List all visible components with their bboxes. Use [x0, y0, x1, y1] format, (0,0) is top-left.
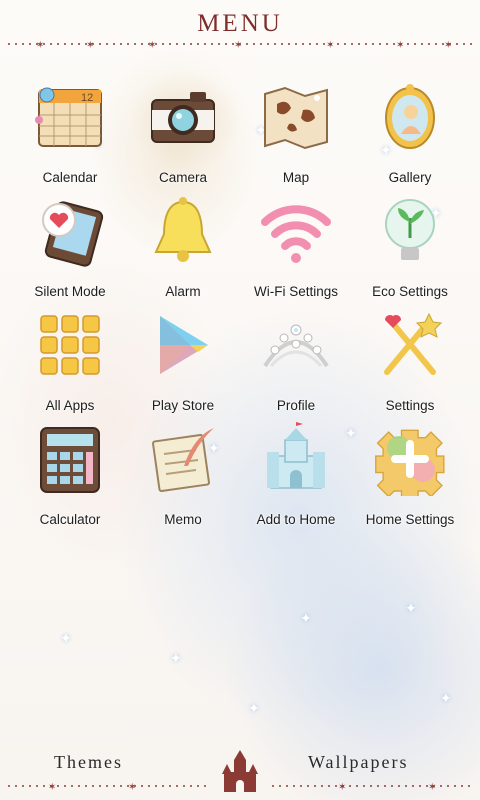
app-camera[interactable]: Camera — [123, 80, 243, 194]
app-settings[interactable]: Settings — [350, 308, 470, 422]
app-label: Calendar — [42, 170, 98, 185]
svg-text:12: 12 — [81, 92, 93, 104]
app-label: Camera — [158, 170, 207, 185]
app-label: Settings — [385, 398, 435, 413]
play-store-icon — [160, 316, 208, 374]
app-add-to-home[interactable]: Add to Home — [236, 422, 356, 536]
puzzle-gear-icon — [375, 429, 445, 496]
castle-icon — [267, 422, 325, 489]
app-play-store[interactable]: Play Store — [123, 308, 243, 422]
app-all-apps[interactable]: All Apps — [10, 308, 130, 422]
app-label: Home Settings — [365, 512, 455, 527]
svg-text:✶: ✶ — [36, 40, 44, 50]
ornamental-divider-top: ✶ ✶ ✶ ✶ ✶ ✶ ✶ — [8, 40, 472, 50]
map-icon — [264, 86, 328, 150]
svg-text:✶: ✶ — [326, 40, 334, 50]
app-label: All Apps — [45, 398, 95, 413]
sparkle-decoration: ✦ — [248, 700, 260, 716]
app-label: Gallery — [388, 170, 432, 185]
app-label: Calculator — [39, 512, 101, 527]
svg-text:✶: ✶ — [48, 782, 56, 792]
sparkle-decoration: ✦ — [440, 690, 452, 706]
svg-text:✶: ✶ — [338, 782, 346, 792]
svg-text:✶: ✶ — [234, 40, 242, 50]
tiara-icon — [263, 324, 329, 368]
calendar-icon: 12 — [35, 87, 102, 147]
app-label: Profile — [276, 398, 316, 413]
app-alarm[interactable]: Alarm — [123, 194, 243, 308]
app-label: Add to Home — [256, 512, 336, 527]
magic-wand-icon — [384, 312, 443, 375]
app-label: Alarm — [165, 284, 201, 299]
app-calculator[interactable]: Calculator — [10, 422, 130, 536]
svg-text:✶: ✶ — [128, 782, 136, 792]
app-label: Play Store — [151, 398, 215, 413]
app-label: Silent Mode — [34, 284, 106, 299]
app-memo[interactable]: Memo — [123, 422, 243, 536]
app-label: Map — [282, 170, 310, 185]
all-apps-grid-icon — [40, 315, 100, 375]
app-silent-mode[interactable]: Silent Mode — [10, 194, 130, 308]
silent-mode-icon — [42, 201, 104, 267]
app-map[interactable]: Map — [236, 80, 356, 194]
app-label: Eco Settings — [372, 284, 448, 299]
menu-title: MENU — [197, 10, 283, 37]
camera-icon — [151, 92, 215, 143]
eco-bulb-icon — [385, 199, 435, 260]
sparkle-decoration: ✦ — [170, 650, 182, 666]
app-eco-settings[interactable]: Eco Settings — [350, 194, 470, 308]
wifi-icon — [261, 205, 331, 263]
svg-text:✶: ✶ — [444, 40, 452, 50]
svg-text:✶: ✶ — [86, 40, 94, 50]
app-calendar[interactable]: 12 Calendar — [10, 80, 130, 194]
app-home-settings[interactable]: Home Settings — [350, 422, 470, 536]
svg-text:✶: ✶ — [396, 40, 404, 50]
wallpapers-button[interactable]: Wallpapers — [308, 752, 409, 773]
themes-button[interactable]: Themes — [54, 752, 123, 773]
sparkle-decoration: ✦ — [300, 610, 312, 626]
bell-icon — [154, 197, 212, 262]
svg-text:✶: ✶ — [428, 782, 436, 792]
app-label: Wi-Fi Settings — [253, 284, 338, 299]
sparkle-decoration: ✦ — [60, 630, 72, 646]
sparkle-decoration: ✦ — [405, 600, 417, 616]
app-label: Memo — [164, 512, 202, 527]
calculator-icon — [40, 427, 100, 493]
ornamental-divider-bottom: ✶ ✶ ✶ ✶ — [8, 782, 472, 792]
app-wifi-settings[interactable]: Wi-Fi Settings — [236, 194, 356, 308]
memo-quill-icon — [152, 428, 214, 492]
gallery-icon — [385, 84, 435, 149]
app-profile[interactable]: Profile — [236, 308, 356, 422]
app-gallery[interactable]: Gallery — [350, 80, 470, 194]
svg-text:✶: ✶ — [148, 40, 156, 50]
